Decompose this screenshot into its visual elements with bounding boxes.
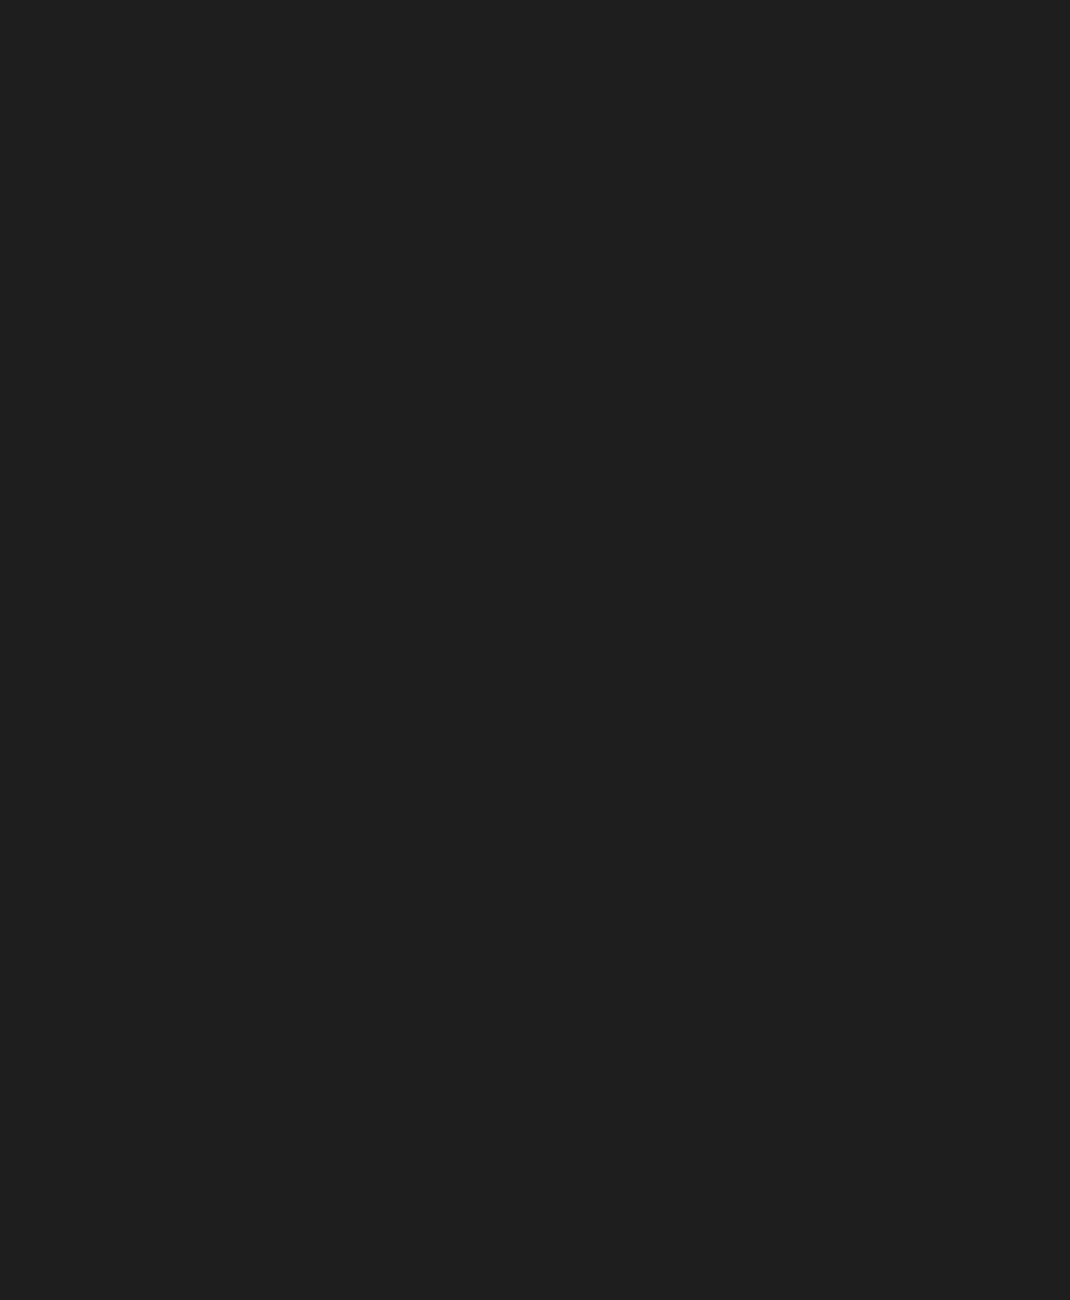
code-editor[interactable] bbox=[0, 0, 1070, 1300]
fold-column[interactable] bbox=[34, 0, 48, 1300]
code-area[interactable] bbox=[48, 0, 1070, 1300]
line-number-gutter bbox=[0, 0, 30, 1300]
